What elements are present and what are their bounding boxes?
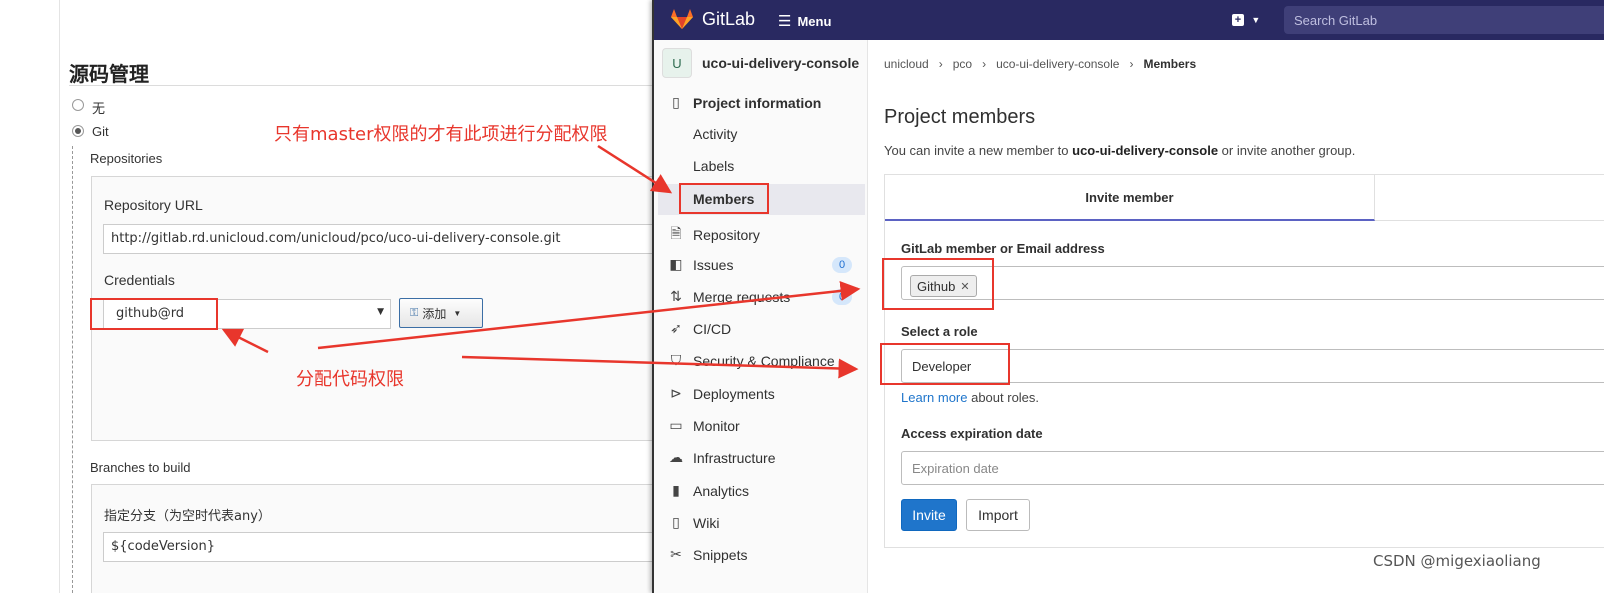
arrow-to-member-field — [317, 280, 861, 350]
annotation-arrows — [221, 144, 861, 379]
watermark: CSDN @migexiaoliang — [1373, 552, 1541, 570]
arrow-to-credentials — [221, 328, 269, 354]
arrow-to-members — [597, 144, 673, 194]
arrow-to-role-field — [461, 355, 859, 379]
